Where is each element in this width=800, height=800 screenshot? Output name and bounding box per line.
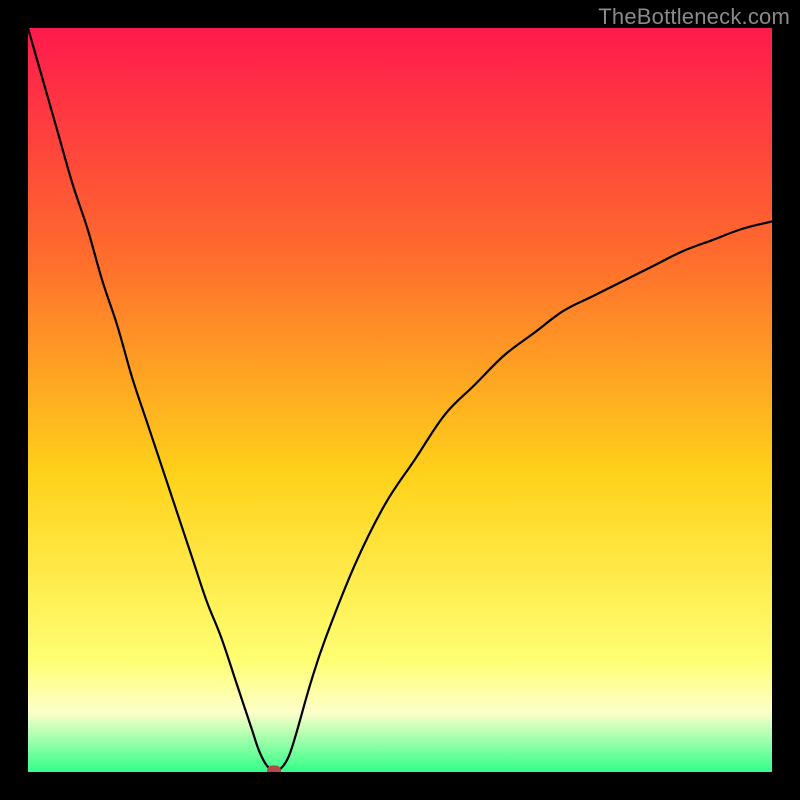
watermark-text: TheBottleneck.com (598, 4, 790, 30)
plot-area (28, 28, 772, 772)
bottleneck-curve (28, 28, 772, 772)
chart-frame: TheBottleneck.com (0, 0, 800, 800)
optimal-point-marker (267, 765, 281, 772)
